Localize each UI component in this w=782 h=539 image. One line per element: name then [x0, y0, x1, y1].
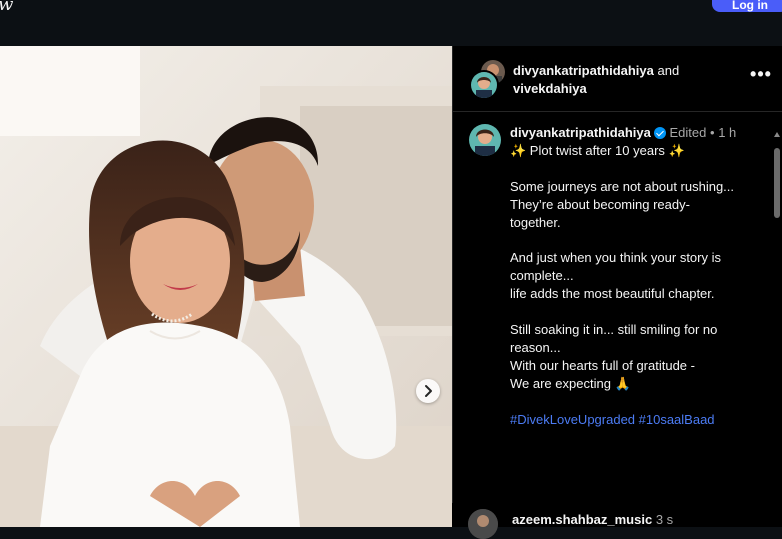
- top-bar: w Log in: [0, 0, 782, 27]
- dot-separator: •: [710, 125, 715, 140]
- couple-photo: [0, 46, 452, 527]
- caption-line: They’re about becoming ready-: [510, 196, 690, 212]
- comment-row: azeem.shahbaz_music 3 s: [452, 503, 774, 539]
- author-link-1[interactable]: divyankatripathidahiya: [513, 63, 654, 78]
- caption-line: life adds the most beautiful chapter.: [510, 286, 715, 302]
- chevron-right-icon: [425, 385, 432, 397]
- edited-label: Edited: [669, 125, 707, 140]
- caption-header: divyankatripathidahiya Edited • 1 h: [510, 124, 736, 142]
- post-sidebar: divyankatripathidahiya and vivekdahiya •…: [452, 46, 782, 527]
- caption-text: ✨ Plot twist after 10 years ✨ Some journ…: [510, 142, 756, 428]
- avatar-image: [469, 124, 501, 156]
- more-options-icon[interactable]: •••: [749, 65, 773, 88]
- comment-username[interactable]: azeem.shahbaz_music: [512, 512, 652, 527]
- caption-line: Still soaking it in... still smiling for…: [510, 322, 718, 338]
- comment-header: azeem.shahbaz_music 3 s: [512, 512, 673, 527]
- caption-username[interactable]: divyankatripathidahiya: [510, 125, 651, 140]
- comment-avatar[interactable]: [468, 509, 498, 539]
- avatar-divyankatripathidahiya[interactable]: [469, 70, 499, 100]
- scrollbar-thumb[interactable]: [774, 148, 780, 218]
- caption-line: Some journeys are not about rushing...: [510, 178, 735, 194]
- collab-avatars[interactable]: [469, 58, 507, 100]
- caption-line: With our hearts full of gratitude -: [510, 357, 695, 373]
- avatar-image: [471, 72, 497, 98]
- header-spacer: [0, 26, 782, 46]
- post-authors: divyankatripathidahiya and vivekdahiya: [513, 62, 743, 98]
- post-time[interactable]: 1 h: [718, 125, 736, 140]
- caption-line: ✨ Plot twist after 10 years ✨: [510, 143, 685, 158]
- comment-time: 3 s: [655, 512, 674, 527]
- caption-hashtags[interactable]: #DivekLoveUpgraded #10saalBaad: [510, 411, 756, 429]
- post-header: divyankatripathidahiya and vivekdahiya •…: [453, 46, 782, 112]
- caption-line: And just when you think your story is: [510, 250, 721, 266]
- post-caption: divyankatripathidahiya Edited • 1 h ✨ Pl…: [453, 112, 773, 527]
- verified-badge-icon: [653, 127, 666, 139]
- caption-avatar[interactable]: [469, 124, 501, 156]
- avatar-image: [468, 509, 498, 539]
- instagram-logo[interactable]: w: [0, 0, 13, 15]
- post-photo[interactable]: [0, 46, 452, 527]
- caption-line: together.: [510, 214, 561, 230]
- author-connector: and: [657, 63, 680, 78]
- login-button[interactable]: Log in: [712, 0, 782, 12]
- caption-line: complete...: [510, 268, 574, 284]
- author-link-2[interactable]: vivekdahiya: [513, 81, 587, 96]
- caption-line: reason...: [510, 339, 561, 355]
- scroll-up-arrow[interactable]: [774, 132, 780, 137]
- caption-line: We are expecting 🙏: [510, 375, 631, 391]
- next-image-button[interactable]: [416, 379, 440, 403]
